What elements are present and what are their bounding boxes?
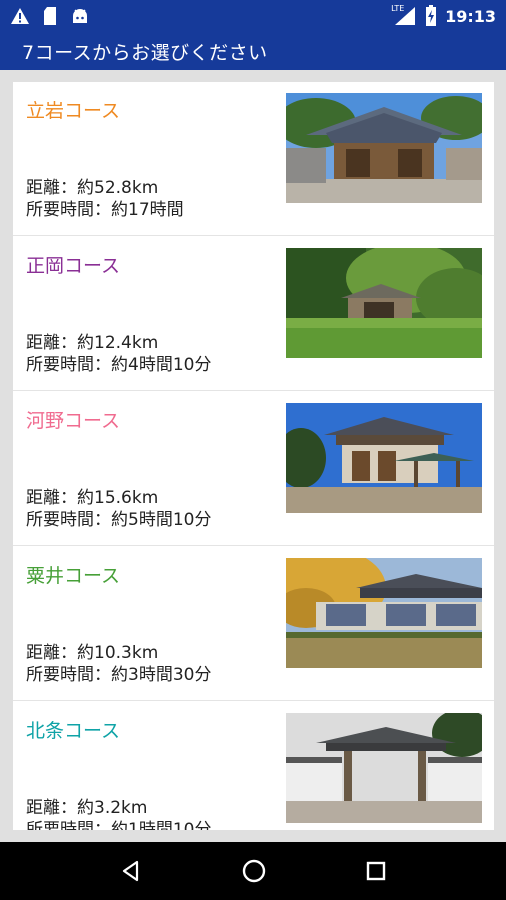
course-info: 距離：約15.6km 所要時間：約5時間10分 <box>26 487 211 531</box>
course-title: 河野コース <box>26 410 121 432</box>
course-photo <box>286 713 482 823</box>
clock: 19:13 <box>445 6 496 26</box>
course-distance: 距離：約12.4km <box>26 333 159 353</box>
lte-label: LTE <box>391 4 405 13</box>
course-card-masaoka[interactable]: 正岡コース 距離：約12.4km 所要時間：約4時間10分 <box>13 237 494 391</box>
course-title: 立岩コース <box>26 100 121 122</box>
recents-icon[interactable] <box>365 860 387 882</box>
sd-card-icon <box>42 6 58 26</box>
course-photo <box>286 248 482 358</box>
course-photo <box>286 558 482 668</box>
warning-icon <box>10 7 30 25</box>
status-bar: LTE 19:13 <box>0 0 506 32</box>
course-title: 正岡コース <box>26 255 121 277</box>
course-list[interactable]: 立岩コース 距離：約52.8km 所要時間：約17時間 正岡コース 距離：約12… <box>13 82 494 830</box>
course-card-kono[interactable]: 河野コース 距離：約15.6km 所要時間：約5時間10分 <box>13 392 494 546</box>
course-duration: 所要時間：約4時間10分 <box>26 355 212 375</box>
course-info: 距離：約3.2km 所要時間：約1時間10分 <box>26 797 211 830</box>
battery-icon <box>425 5 437 27</box>
notification-icons <box>10 6 90 26</box>
app-bar: 7コースからお選びください <box>0 32 506 70</box>
system-icons: LTE 19:13 <box>391 4 496 27</box>
course-card-tateiwa[interactable]: 立岩コース 距離：約52.8km 所要時間：約17時間 <box>13 82 494 236</box>
home-icon[interactable] <box>241 858 267 884</box>
course-duration: 所要時間：約1時間10分 <box>26 820 212 830</box>
course-card-awai[interactable]: 粟井コース 距離：約10.3km 所要時間：約3時間30分 <box>13 547 494 701</box>
course-card-hojo[interactable]: 北条コース 距離：約3.2km 所要時間：約1時間10分 <box>13 702 494 830</box>
course-photo <box>286 93 482 203</box>
course-info: 距離：約10.3km 所要時間：約3時間30分 <box>26 642 211 686</box>
course-distance: 距離：約15.6km <box>26 488 159 508</box>
navigation-bar <box>0 842 506 900</box>
course-duration: 所要時間：約17時間 <box>26 200 184 220</box>
course-info: 距離：約52.8km 所要時間：約17時間 <box>26 177 184 221</box>
course-distance: 距離：約52.8km <box>26 178 159 198</box>
back-icon[interactable] <box>119 859 143 883</box>
course-distance: 距離：約3.2km <box>26 798 148 818</box>
course-title: 北条コース <box>26 720 121 742</box>
android-icon <box>70 7 90 25</box>
course-info: 距離：約12.4km 所要時間：約4時間10分 <box>26 332 211 376</box>
signal-icon: LTE <box>391 4 417 26</box>
page-title: 7コースからお選びください <box>22 41 268 64</box>
course-duration: 所要時間：約5時間10分 <box>26 510 212 530</box>
course-title: 粟井コース <box>26 565 121 587</box>
course-duration: 所要時間：約3時間30分 <box>26 665 212 685</box>
course-photo <box>286 403 482 513</box>
course-distance: 距離：約10.3km <box>26 643 159 663</box>
